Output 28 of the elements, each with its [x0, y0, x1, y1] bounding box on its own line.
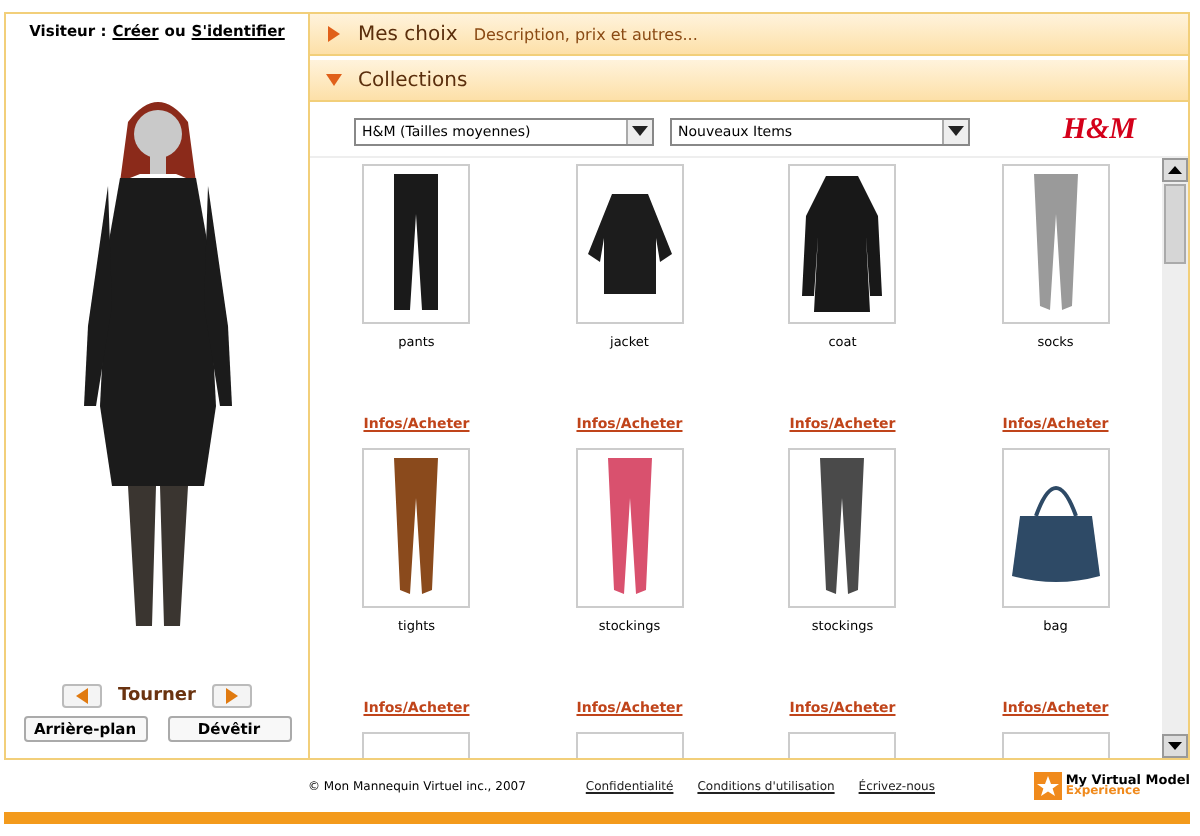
right-arrow-icon	[225, 688, 238, 704]
caret-down-icon	[948, 126, 964, 136]
down-arrow-icon	[1168, 742, 1182, 750]
scrollbar[interactable]	[1162, 158, 1188, 758]
product-photo[interactable]	[362, 448, 471, 608]
rotate-right-button[interactable]	[211, 684, 252, 708]
caret-down-icon	[632, 126, 648, 136]
section-title: Mes choix	[358, 23, 458, 45]
caret-down-icon	[326, 72, 342, 88]
up-arrow-icon	[1168, 166, 1182, 174]
section-subtitle: Description, prix et autres...	[473, 25, 698, 43]
rotate-left-button[interactable]	[62, 684, 103, 708]
section-header[interactable]: Mes choix Description, prix et autres...	[310, 14, 1188, 56]
scroll-thumb[interactable]	[1164, 184, 1186, 264]
section-title: Collections	[358, 69, 468, 91]
product-photo[interactable]	[1001, 448, 1110, 608]
product-photo[interactable]	[788, 164, 897, 324]
left-arrow-icon	[76, 688, 89, 704]
brand-logo: H&M	[1062, 114, 1136, 148]
scroll-down-button[interactable]	[1162, 734, 1188, 758]
rotate-label: Tourner	[118, 686, 196, 706]
section-header[interactable]: Collections	[310, 60, 1188, 102]
caret-right-icon	[326, 26, 342, 42]
scroll-up-button[interactable]	[1162, 158, 1188, 182]
product-photo[interactable]	[788, 448, 897, 608]
product-photo[interactable]	[575, 164, 684, 324]
product-photo[interactable]	[362, 164, 471, 324]
star-logo-icon	[1033, 772, 1062, 800]
